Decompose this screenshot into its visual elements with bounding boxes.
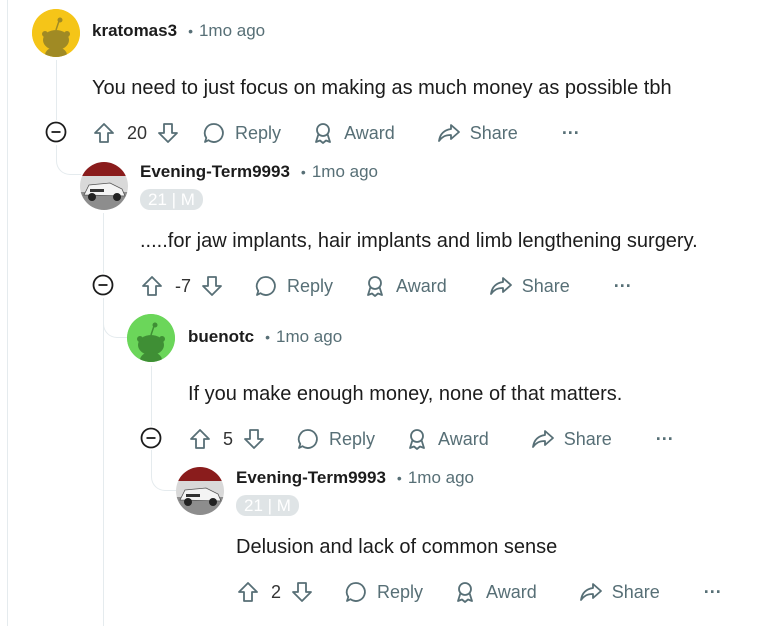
reply-label: Reply: [377, 581, 424, 602]
upvote-icon[interactable]: [188, 427, 212, 451]
reply-label: Reply: [287, 275, 334, 296]
share-icon: [489, 277, 512, 295]
thread-line: [103, 298, 104, 626]
upvote-icon[interactable]: [92, 121, 116, 145]
share-icon: [437, 124, 460, 142]
award-icon: [409, 429, 425, 450]
comment-actions: 5 Reply Award Share ···: [188, 425, 674, 453]
reply-icon: [203, 123, 224, 143]
reply-label: Reply: [235, 122, 282, 143]
thread-line: [151, 366, 152, 426]
upvote-icon[interactable]: [140, 274, 164, 298]
reply-icon: [255, 276, 276, 296]
reply-button[interactable]: Reply: [344, 580, 423, 604]
comment-actions: -7 Reply Award Share ···: [140, 272, 632, 300]
share-icon: [531, 430, 554, 448]
comment-meta: buenotc • 1mo ago: [188, 327, 342, 347]
collapse-thread-icon[interactable]: [140, 427, 162, 449]
comment-text: If you make enough money, none of that m…: [188, 383, 623, 405]
share-icon: [579, 583, 602, 601]
downvote-icon[interactable]: [242, 427, 266, 451]
downvote-icon[interactable]: [156, 121, 180, 145]
user-flair: 21 | M: [140, 189, 203, 210]
thread-elbow: [56, 145, 81, 175]
vote-score: 20: [127, 122, 148, 143]
more-options-button[interactable]: ···: [704, 582, 722, 603]
share-label: Share: [521, 275, 570, 296]
share-button[interactable]: Share: [489, 274, 570, 298]
comment-text: .....for jaw implants, hair implants and…: [140, 230, 698, 252]
user-flair: 21 | M: [236, 495, 299, 516]
thread-elbow: [103, 298, 127, 338]
vote-score: 2: [271, 581, 282, 602]
separator-dot: •: [300, 164, 306, 180]
comment-age[interactable]: 1mo ago: [408, 468, 474, 488]
comment-age[interactable]: 1mo ago: [276, 327, 342, 347]
award-icon: [315, 123, 331, 144]
award-button[interactable]: Award: [311, 121, 395, 145]
award-icon: [457, 582, 473, 603]
reply-button[interactable]: Reply: [296, 427, 375, 451]
comment-age[interactable]: 1mo ago: [312, 162, 378, 182]
comment-text: Delusion and lack of common sense: [236, 536, 558, 558]
author-name[interactable]: Evening-Term9993: [236, 468, 386, 488]
vote-score: 5: [223, 428, 234, 449]
share-label: Share: [563, 428, 612, 449]
award-label: Award: [486, 581, 537, 602]
comment-meta: Evening-Term9993 • 1mo ago: [140, 162, 378, 182]
car-photo-avatar-icon: [176, 467, 224, 515]
thread-line: [7, 0, 8, 626]
author-name[interactable]: kratomas3: [92, 21, 177, 41]
snoo-avatar-icon: [127, 314, 175, 362]
share-button[interactable]: Share: [437, 121, 518, 145]
reply-icon: [345, 582, 366, 602]
award-label: Award: [396, 275, 447, 296]
award-label: Award: [438, 428, 489, 449]
share-button[interactable]: Share: [579, 580, 660, 604]
award-label: Award: [344, 122, 395, 143]
more-options-button[interactable]: ···: [614, 276, 632, 297]
downvote-icon[interactable]: [290, 580, 314, 604]
snoo-avatar-icon: [32, 9, 80, 57]
author-name[interactable]: buenotc: [188, 327, 254, 347]
award-button[interactable]: Award: [363, 274, 447, 298]
car-photo-avatar-icon: [80, 162, 128, 210]
avatar[interactable]: [32, 9, 80, 57]
reply-label: Reply: [329, 428, 376, 449]
avatar[interactable]: [80, 162, 128, 210]
comment-meta: kratomas3 • 1mo ago: [92, 21, 265, 41]
upvote-icon[interactable]: [236, 580, 260, 604]
award-button[interactable]: Award: [453, 580, 537, 604]
more-options-button[interactable]: ···: [656, 429, 674, 450]
comment-actions: 20 Reply Award Share ···: [92, 119, 580, 147]
share-label: Share: [469, 122, 518, 143]
separator-dot: •: [265, 329, 271, 345]
author-name[interactable]: Evening-Term9993: [140, 162, 290, 182]
thread-elbow: [151, 450, 177, 491]
comment-text: You need to just focus on making as much…: [92, 77, 672, 99]
share-label: Share: [611, 581, 660, 602]
collapse-thread-icon[interactable]: [92, 274, 114, 296]
comment-actions: 2 Reply Award Share ···: [236, 578, 722, 606]
reply-icon: [297, 429, 318, 449]
thread-line: [56, 60, 57, 120]
separator-dot: •: [396, 470, 402, 486]
reply-button[interactable]: Reply: [254, 274, 333, 298]
more-options-button[interactable]: ···: [562, 123, 580, 144]
award-icon: [367, 276, 383, 297]
reply-button[interactable]: Reply: [202, 121, 281, 145]
avatar[interactable]: [176, 467, 224, 515]
share-button[interactable]: Share: [531, 427, 612, 451]
vote-score: -7: [175, 275, 192, 296]
avatar[interactable]: [127, 314, 175, 362]
downvote-icon[interactable]: [200, 274, 224, 298]
award-button[interactable]: Award: [405, 427, 489, 451]
separator-dot: •: [188, 23, 193, 39]
comment-meta: Evening-Term9993 • 1mo ago: [236, 468, 474, 488]
thread-line: [103, 213, 104, 273]
collapse-thread-icon[interactable]: [45, 121, 67, 143]
comment-age[interactable]: 1mo ago: [199, 21, 265, 41]
